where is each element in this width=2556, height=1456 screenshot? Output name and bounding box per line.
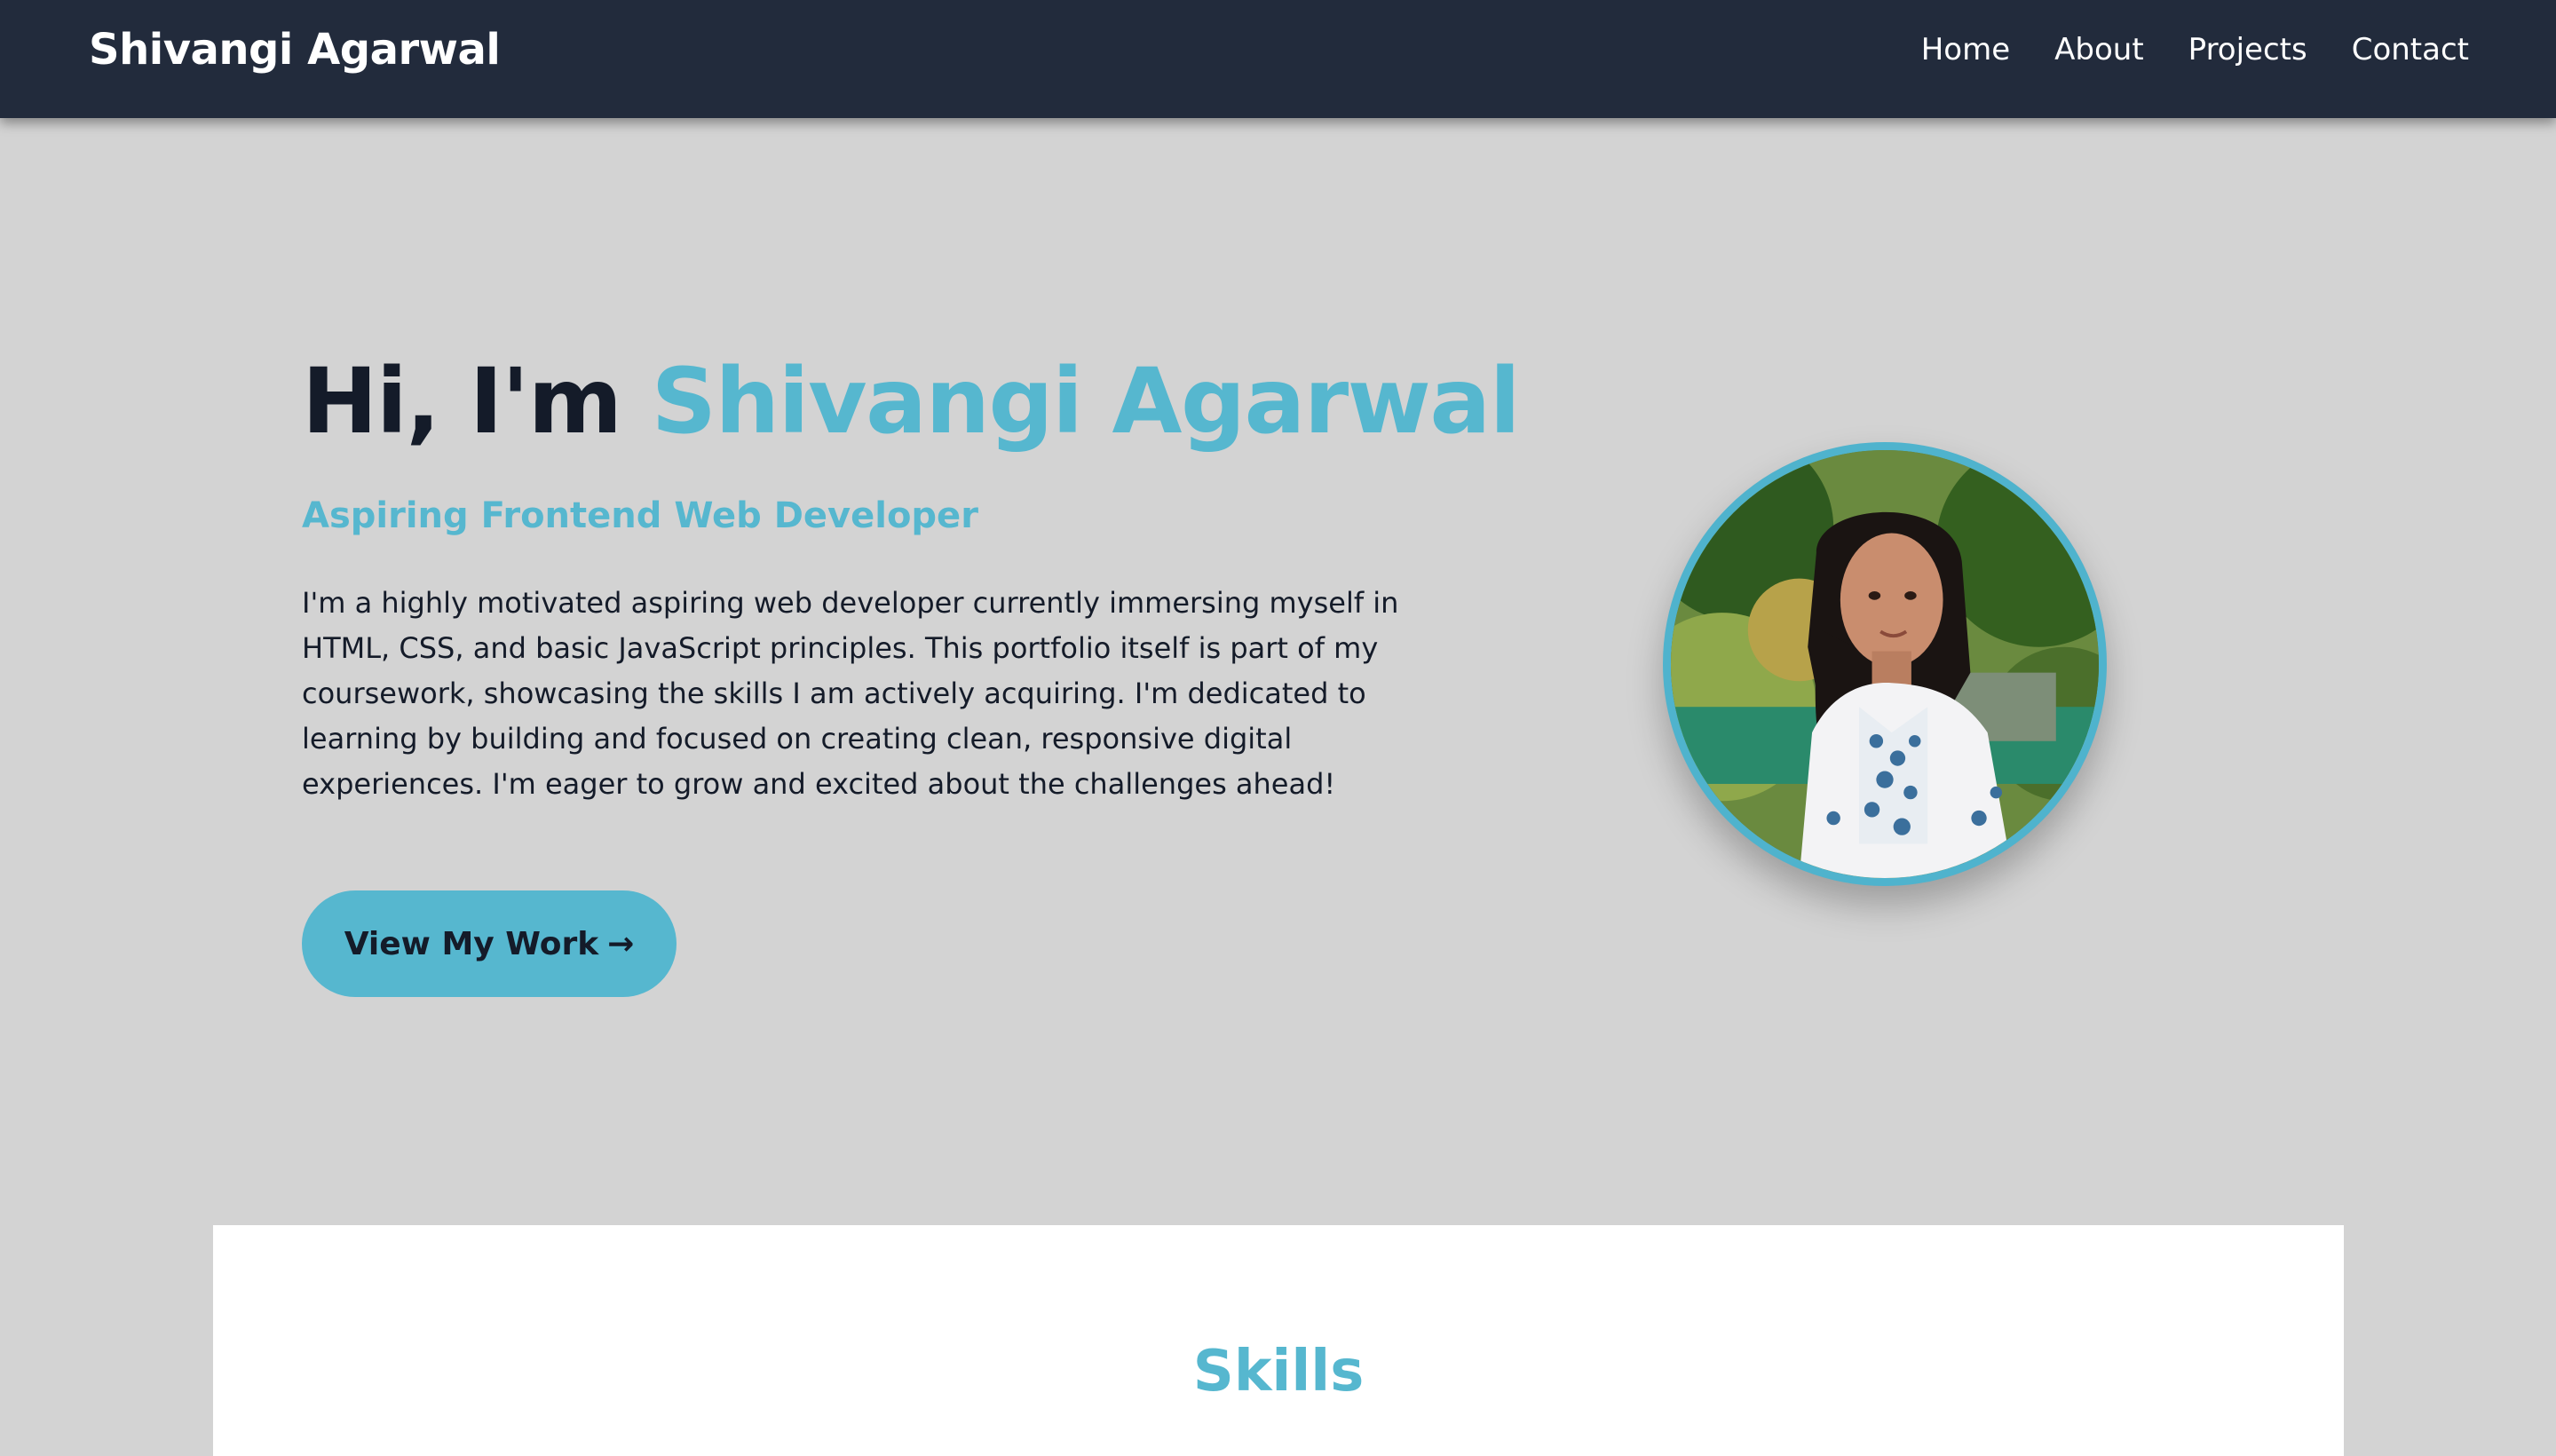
hero-title: Hi, I'm Shivangi Agarwal [302, 348, 1521, 456]
hero-name: Shivangi Agarwal [651, 349, 1521, 455]
nav-link-projects[interactable]: Projects [2188, 32, 2307, 67]
brand-logo[interactable]: Shivangi Agarwal [89, 25, 501, 75]
hero-greeting: Hi, I'm [302, 349, 622, 455]
nav-link-home[interactable]: Home [1921, 32, 2010, 67]
nav-link-about[interactable]: About [2054, 32, 2144, 67]
hero-description: I'm a highly motivated aspiring web deve… [302, 586, 1399, 802]
profile-photo [1663, 442, 2107, 886]
cta-label: View My Work [344, 925, 599, 962]
navbar: Shivangi Agarwal Home About Projects Con… [0, 0, 2556, 118]
skills-title: Skills [1192, 1339, 1365, 1405]
hero-text: Hi, I'm Shivangi Agarwal Aspiring Fronte… [302, 348, 1521, 807]
profile-photo-illustration [1671, 450, 2099, 878]
hero-subtitle: Aspiring Frontend Web Developer [302, 495, 978, 537]
nav-links: Home About Projects Contact [1921, 32, 2469, 67]
view-my-work-button[interactable]: View My Work → [302, 890, 677, 997]
arrow-right-icon: → [607, 925, 635, 962]
skills-section: Skills [213, 1225, 2344, 1456]
nav-link-contact[interactable]: Contact [2352, 32, 2469, 67]
